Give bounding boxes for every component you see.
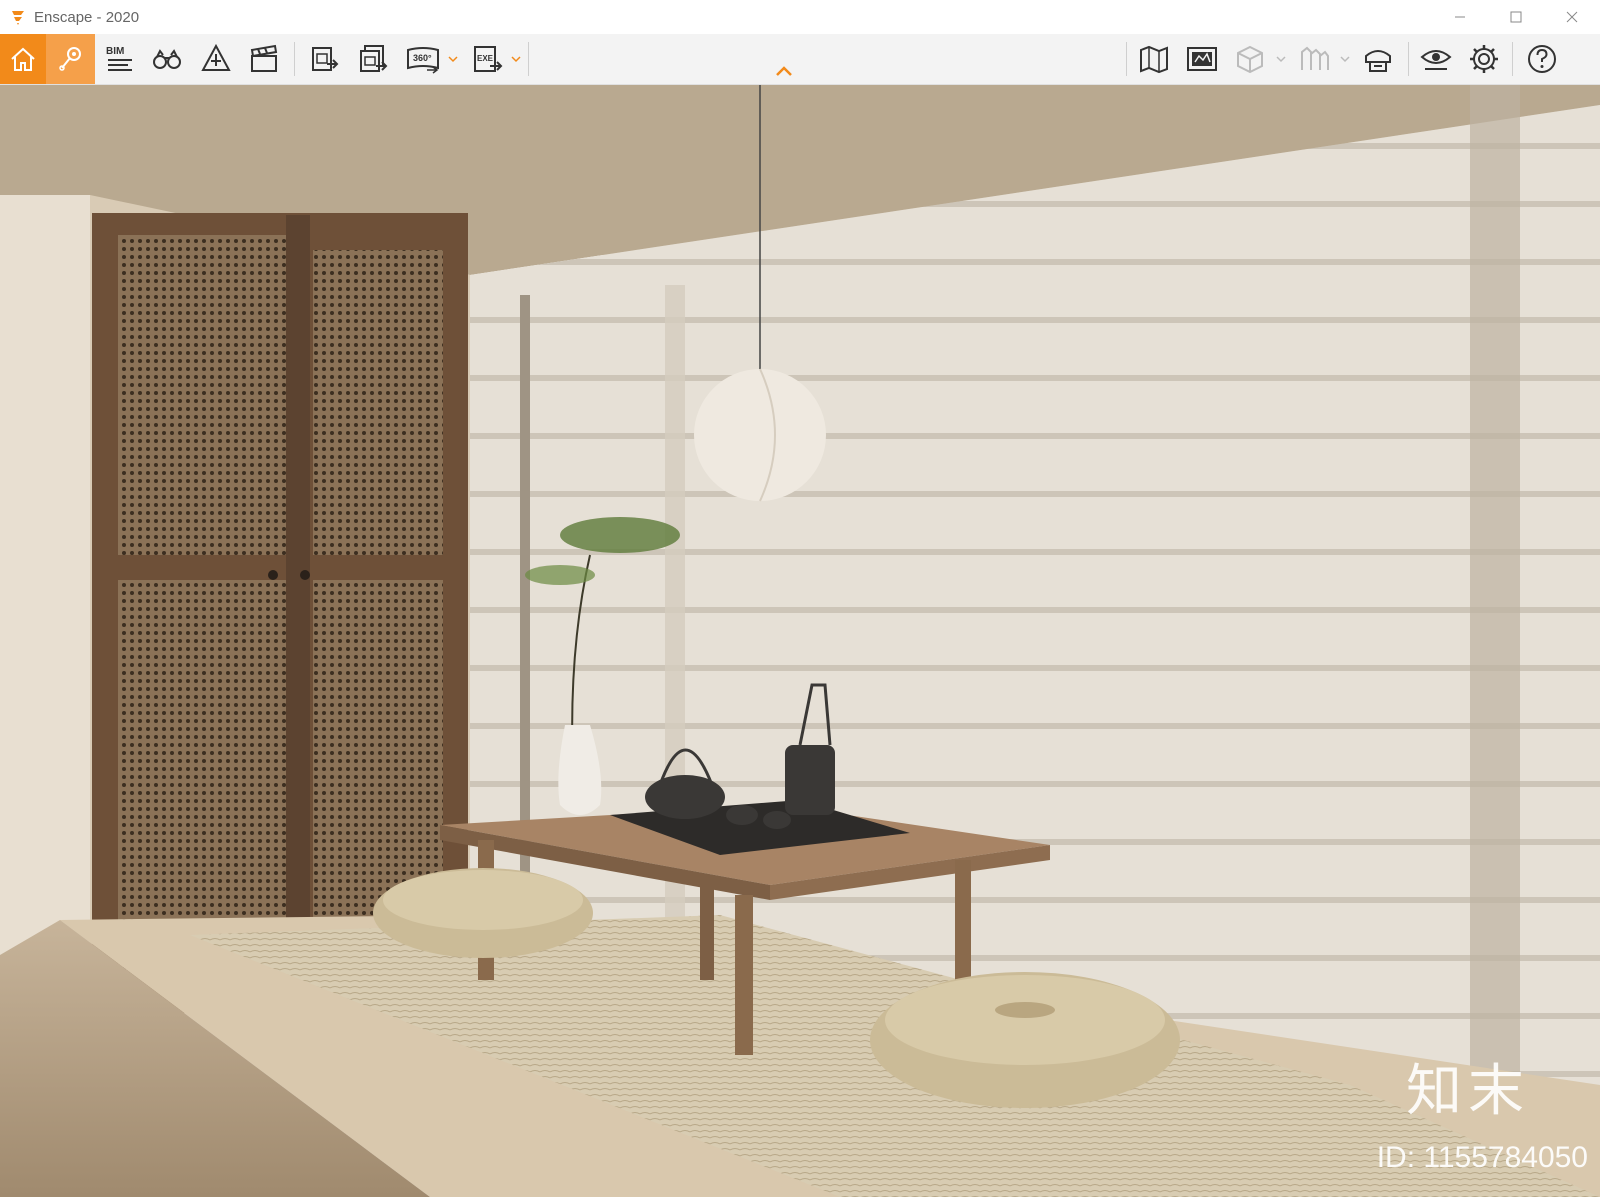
watermark-brand: 知末 [1406,1059,1530,1124]
batch-render-button[interactable] [352,34,394,84]
views-button[interactable] [46,34,95,84]
export-exe-button[interactable]: EXE [466,34,508,84]
chevron-up-icon[interactable] [774,64,794,78]
enscape-logo-icon [12,11,24,25]
toolbar-separator [294,42,295,76]
map-icon [1140,45,1168,74]
rendered-scene [0,85,1600,1197]
binoculars-icon [153,49,181,69]
minimize-icon [1455,16,1465,18]
maximize-button[interactable] [1488,0,1544,34]
chevron-down-icon[interactable] [511,52,521,66]
visual-settings-eye-icon [1420,50,1452,70]
settings-button[interactable] [1464,34,1504,84]
render-360-icon: 360° [407,47,439,74]
chevron-down-icon[interactable] [1276,52,1286,66]
title-bar: Enscape - 2020 [0,0,1600,34]
toolbar-separator [528,42,529,76]
render-360-button[interactable]: 360° [402,34,444,84]
main-toolbar: BIM 360° EXE [0,34,1600,85]
binoculars-button[interactable] [146,34,188,84]
views-pin-icon [58,47,81,71]
cube-button[interactable] [1230,34,1270,84]
close-icon [1566,11,1578,23]
export-exe-icon: EXE [474,46,503,72]
minimize-button[interactable] [1432,0,1488,34]
settings-gear-icon [1470,45,1498,73]
toolbar-separator [1408,42,1409,76]
maximize-icon [1510,11,1522,23]
material-editor-button[interactable] [1294,34,1334,84]
video-editor-icon [250,44,278,72]
chevron-down-icon[interactable] [1340,52,1350,66]
help-button[interactable] [1522,34,1562,84]
visual-settings-button[interactable] [1416,34,1456,84]
bim-label: BIM [106,46,124,57]
window-title: Enscape - 2020 [34,8,140,26]
bim-info-icon: BIM [106,46,132,71]
asset-cap-icon [1365,50,1391,72]
enscape-window: Enscape - 2020 BIM 360° EXE 知末 ID: 11557… [0,0,1600,1197]
close-button[interactable] [1544,0,1600,34]
video-editor-button[interactable] [243,34,285,84]
map-button[interactable] [1134,34,1174,84]
chevron-down-icon[interactable] [448,52,458,66]
home-icon [11,47,35,71]
asset-library-button[interactable] [195,34,237,84]
render-viewport[interactable]: 知末 ID: 1155784050 [0,85,1600,1197]
batch-render-icon [360,45,388,72]
view-info-button[interactable] [1182,34,1222,84]
export-exe-label: EXE [477,54,494,63]
teapot [645,775,725,819]
material-editor-icon [1301,46,1329,70]
help-icon [1528,45,1556,73]
view-info-icon [1187,47,1217,71]
asset-cap-button[interactable] [1358,34,1398,84]
render-screenshot-button[interactable] [303,34,345,84]
cube-icon [1237,45,1263,74]
watermark-id: ID: 1155784050 [1376,1141,1588,1174]
toolbar-separator [1512,42,1513,76]
toolbar-separator [1126,42,1127,76]
kettle [785,745,835,815]
home-button[interactable] [0,34,46,84]
render-screenshot-icon [312,47,339,71]
bim-button[interactable]: BIM [98,34,140,84]
asset-library-icon [201,43,231,71]
pendant-lamp [694,369,826,501]
render-360-label: 360° [413,53,432,63]
